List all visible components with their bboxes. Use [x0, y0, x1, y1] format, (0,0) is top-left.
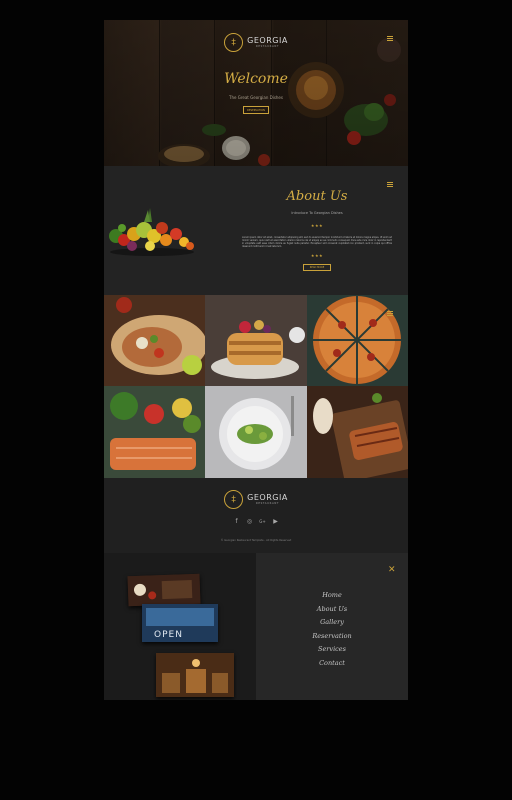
social-links: f ◎ G+ ▶: [104, 518, 408, 525]
gallery-image-salmon-salad[interactable]: [104, 386, 205, 478]
nav-item-reservation[interactable]: Reservation: [312, 631, 351, 641]
nav-item-contact[interactable]: Contact: [319, 658, 345, 668]
reservation-button[interactable]: RESERVATION: [243, 106, 269, 114]
gallery-image-grilled-fish[interactable]: [307, 386, 408, 478]
gallery-image-pizza[interactable]: [307, 295, 408, 386]
fruit-basket-image: [109, 208, 194, 256]
footer-brand-logo[interactable]: ‡ GEORGIA RESTAURANT: [104, 490, 408, 509]
brand-name: GEORGIA: [247, 36, 288, 45]
hamburger-menu-icon[interactable]: [387, 182, 393, 187]
hero-tagline: The Great Georgian Dishes: [229, 95, 283, 100]
gallery-image-pancakes[interactable]: [205, 295, 307, 386]
nav-item-gallery[interactable]: Gallery: [320, 617, 344, 627]
hamburger-menu-icon[interactable]: [387, 311, 393, 316]
brand-name: GEORGIA: [247, 493, 288, 502]
instagram-icon[interactable]: ◎: [246, 518, 253, 525]
about-title: About Us: [286, 189, 348, 204]
nav-item-about[interactable]: About Us: [317, 604, 347, 614]
fork-spoon-icon: ‡: [224, 490, 244, 509]
nav-menu: ✕ Home About Us Gallery Reservation Serv…: [256, 553, 408, 700]
brand-logo[interactable]: ‡ GEORGIA RESTAURANT: [104, 33, 408, 52]
google-plus-icon[interactable]: G+: [259, 518, 266, 525]
nav-photo-stack: OPEN: [104, 553, 256, 700]
brand-subtitle: RESTAURANT: [255, 502, 280, 505]
about-subtitle: Introduce To Georgian Dishes: [291, 211, 343, 215]
about-body-text: Lorem ipsum dolor sit amet, consectetur …: [242, 236, 392, 248]
dining-room-photo: [156, 653, 234, 697]
copyright-text: © Georgian Restaurant Template - All Rig…: [220, 539, 292, 542]
read-more-button[interactable]: READ MORE: [303, 264, 331, 271]
youtube-icon[interactable]: ▶: [272, 518, 279, 525]
hero-section: ‡ GEORGIA RESTAURANT Welcome The Great G…: [104, 20, 408, 166]
gallery-image-burrito[interactable]: [104, 295, 205, 386]
brand-subtitle: RESTAURANT: [255, 45, 280, 48]
about-section: About Us Introduce To Georgian Dishes ★★…: [104, 166, 408, 295]
open-sign-photo: OPEN: [142, 604, 218, 642]
facebook-icon[interactable]: f: [233, 518, 240, 525]
nav-item-services[interactable]: Services: [318, 644, 346, 654]
nav-list: Home About Us Gallery Reservation Servic…: [256, 590, 408, 668]
gallery-section: [104, 295, 408, 478]
hamburger-menu-icon[interactable]: [387, 36, 393, 41]
fork-spoon-icon: ‡: [224, 33, 244, 52]
rating-stars: ★★★: [310, 223, 324, 228]
close-icon[interactable]: ✕: [388, 566, 396, 575]
nav-item-home[interactable]: Home: [322, 590, 342, 600]
footer-section: ‡ GEORGIA RESTAURANT f ◎ G+ ▶ © Georgian…: [104, 478, 408, 553]
restaurant-photo: [127, 573, 201, 607]
hero-title: Welcome: [224, 71, 288, 87]
svg-text:OPEN: OPEN: [154, 630, 183, 640]
gallery-image-plated-dish[interactable]: [205, 386, 307, 478]
nav-panel: OPEN ✕ Home About Us Gallery Reservation…: [104, 553, 408, 700]
page: ‡ GEORGIA RESTAURANT Welcome The Great G…: [104, 20, 408, 700]
rating-stars: ★★★: [310, 253, 324, 258]
